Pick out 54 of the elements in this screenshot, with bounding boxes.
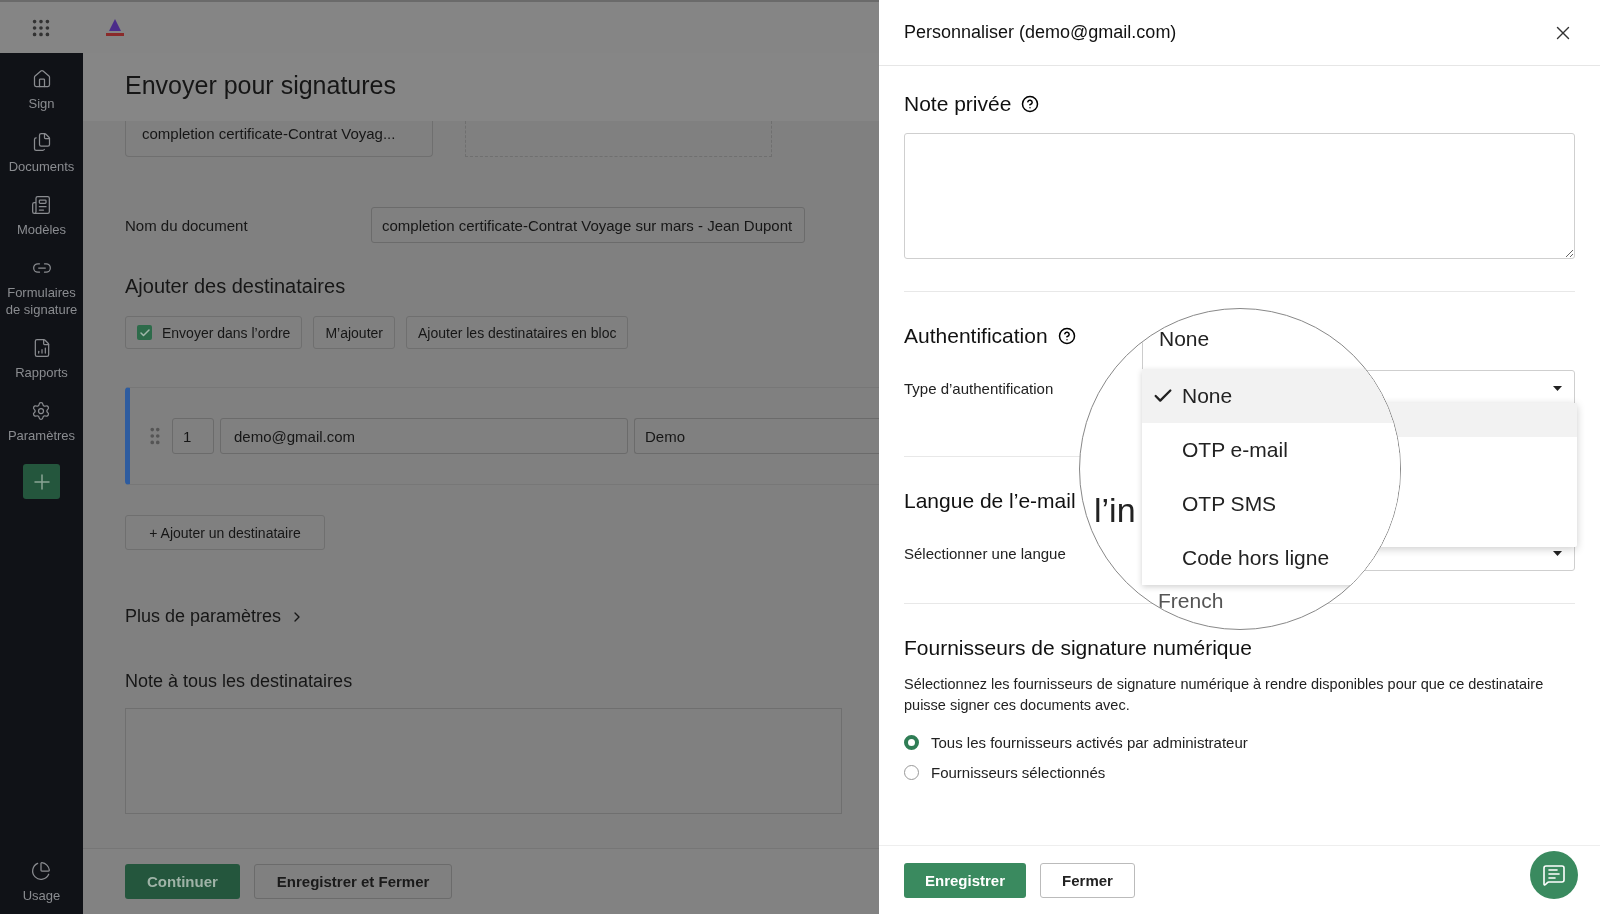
caret-icon: [1553, 550, 1562, 556]
documents-icon: [31, 132, 52, 152]
sidebar-item[interactable]: Modèles: [16, 195, 67, 238]
send-in-order-checkbox[interactable]: Envoyer dans l’ordre: [125, 316, 303, 349]
save-button[interactable]: Enregistrer: [904, 862, 1027, 898]
option-button[interactable]: Ajouter les destinataires en bloc: [406, 316, 629, 349]
help-icon[interactable]: [1057, 327, 1076, 345]
sidebar-item[interactable]: Paramètres: [7, 401, 76, 444]
add-recipient-button[interactable]: + Ajouter un destinataire: [125, 515, 325, 550]
template-icon: [31, 195, 52, 215]
dropdown-option[interactable]: OTP e-mail: [1142, 423, 1400, 477]
section-title: Note à tous les destinataires: [125, 671, 354, 692]
sidebar-item[interactable]: Rapports: [15, 338, 68, 381]
caret-icon: [1553, 385, 1562, 391]
help-icon[interactable]: [1021, 95, 1040, 113]
dropdown-option[interactable]: OTP SMS: [1142, 477, 1400, 531]
save-close-button[interactable]: Enregistrer et Fermer: [253, 864, 453, 899]
sidebar-item[interactable]: Formulaires de signature: [0, 258, 83, 318]
field-label: Nom du document: [125, 216, 249, 234]
provider-radio[interactable]: Tous les fournisseurs activés par administrateur: [904, 734, 1575, 751]
field-label: Type d’authentification: [904, 379, 1055, 397]
option-button[interactable]: M’ajouter: [313, 316, 395, 349]
sidebar-item[interactable]: Documents: [8, 132, 75, 175]
provider-radio[interactable]: Fournisseurs sélectionnés: [904, 764, 1575, 781]
document-name-field[interactable]: completion certificate-Contrat Voyage sur mars - Jean Dupont: [371, 207, 805, 243]
sidebar-item[interactable]: Usage: [22, 861, 61, 904]
section-title: Ajouter des destinataires: [125, 275, 347, 298]
field-label: Sélectionner une langue: [904, 544, 1067, 562]
page-title: Envoyer pour signatures: [125, 71, 397, 100]
private-note-field[interactable]: [904, 133, 1575, 259]
order-field[interactable]: 1: [172, 418, 214, 454]
section-title: Fournisseurs de signature numérique: [904, 636, 1252, 660]
continue-button[interactable]: Continuer: [125, 864, 240, 899]
settings-icon: [31, 401, 52, 421]
panel-title: Personnaliser (demo@gmail.com): [904, 22, 1177, 43]
chat-button[interactable]: [1530, 851, 1578, 899]
section-title: Authentification: [904, 324, 1048, 348]
more-settings-link[interactable]: Plus de paramètres: [125, 606, 879, 627]
usage-icon: [31, 861, 52, 881]
name-field[interactable]: Demo: [634, 418, 879, 454]
home-icon: [31, 69, 52, 89]
logo-icon: [104, 17, 126, 38]
zoomed-text-fragment: l’in: [1094, 491, 1136, 530]
section-title: Langue de l’e-mail: [904, 489, 1076, 513]
language-value: French: [1158, 589, 1224, 613]
section-title: Note privée: [904, 92, 1012, 116]
check-icon: [138, 326, 151, 339]
email-field[interactable]: demo@gmail.com: [220, 418, 628, 454]
add-button[interactable]: [23, 464, 60, 499]
sidebar-item[interactable]: Sign: [28, 69, 55, 112]
chat-icon: [1542, 863, 1566, 887]
close-panel-button[interactable]: Fermer: [1040, 862, 1135, 898]
providers-description: Sélectionnez les fournisseurs de signature numérique à rendre disponibles pour que ce destinataire puisse signer ces documents avec.: [904, 675, 1545, 715]
document-card[interactable]: completion certificate-Contrat Voyag...: [125, 121, 433, 157]
